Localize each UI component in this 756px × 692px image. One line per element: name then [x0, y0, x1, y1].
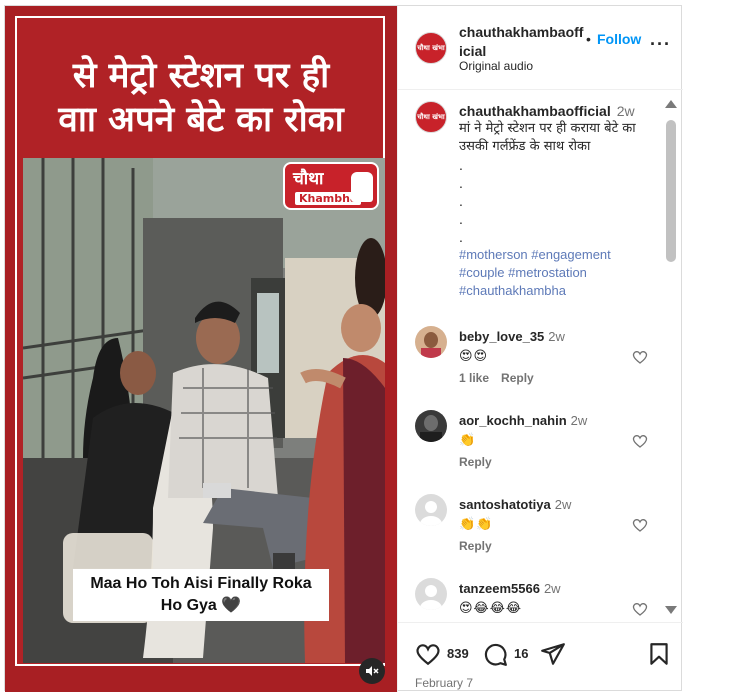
post-header: चौथा खंभा chauthakhambaofficial • Follow…: [398, 6, 683, 90]
default-avatar-icon: [415, 578, 447, 610]
caption-time: 2w: [616, 103, 635, 119]
comments-count[interactable]: 16: [514, 646, 528, 661]
comment-time: 2w: [554, 497, 572, 512]
instagram-post-modal: से मेट्रो स्टेशन पर ही वाा अपने बेटे का …: [4, 5, 683, 692]
mute-toggle-button[interactable]: [359, 658, 385, 684]
caption-text: मां ने मेट्रो स्टेशन पर ही कराया बेटे का…: [459, 121, 636, 154]
avatar-photo: [415, 326, 447, 358]
likes-count[interactable]: 839: [447, 646, 469, 661]
caption-username[interactable]: chauthakhambaofficial: [459, 103, 611, 119]
reply-button[interactable]: Reply: [459, 539, 492, 553]
hashtag-link[interactable]: #chauthakhambha: [459, 283, 566, 298]
more-options-icon[interactable]: ···: [650, 34, 671, 55]
hashtag-link[interactable]: #motherson #engagement: [459, 247, 611, 262]
commenter-avatar[interactable]: [415, 578, 447, 610]
like-comment-heart-icon[interactable]: [631, 600, 649, 618]
post-actions-bar: 839 16 February 7: [398, 622, 683, 692]
commenter-username[interactable]: aor_kochh_nahin: [459, 413, 567, 428]
default-avatar-icon: [415, 494, 447, 526]
like-comment-heart-icon[interactable]: [631, 348, 649, 366]
muted-speaker-icon: [366, 666, 379, 676]
caption-dot-line: .: [459, 193, 463, 209]
video-caption-line-2: Ho Gya 🖤: [160, 597, 242, 614]
scroll-up-arrow-icon[interactable]: [665, 100, 677, 108]
follow-button[interactable]: Follow: [597, 31, 641, 47]
post-caption: chauthakhambaofficial 2w मां ने मेट्रो स्…: [459, 102, 649, 300]
commenter-avatar[interactable]: [415, 326, 447, 358]
separator-dot: •: [586, 31, 591, 47]
comment-likes-count[interactable]: 1 like: [459, 371, 489, 385]
scroll-down-arrow-icon[interactable]: [665, 606, 677, 614]
caption-dot-line: .: [459, 157, 463, 173]
video-headline: से मेट्रो स्टेशन पर ही वाा अपने बेटे का …: [5, 54, 397, 142]
video-caption: Maa Ho Toh Aisi Finally Roka Ho Gya 🖤: [73, 569, 329, 621]
commenter-avatar[interactable]: [415, 494, 447, 526]
comment-text: 👏👏: [459, 516, 494, 531]
video-caption-line-1: Maa Ho Toh Aisi Finally Roka: [90, 575, 312, 592]
caption-hashtags: #motherson #engagement #couple #metrosta…: [459, 246, 649, 300]
caption-author-avatar[interactable]: चौथा खंभा: [415, 101, 447, 133]
caption-avatar-text: चौथा खंभा: [417, 113, 445, 121]
comment-item: aor_kochh_nahin 2w 👏 Reply: [398, 410, 683, 490]
audio-label[interactable]: Original audio: [459, 59, 533, 73]
brand-logo-line-1: चौथा: [293, 169, 324, 189]
comment-time: 2w: [570, 413, 588, 428]
comment-bubble-icon[interactable]: [482, 641, 508, 667]
post-date[interactable]: February 7: [415, 676, 473, 690]
caption-dots: . . . . .: [459, 156, 649, 246]
like-heart-icon[interactable]: [415, 641, 441, 667]
comment-time: 2w: [548, 329, 565, 344]
post-media[interactable]: से मेट्रो स्टेशन पर ही वाा अपने बेटे का …: [5, 6, 397, 692]
scrollbar-thumb[interactable]: [666, 120, 676, 262]
like-comment-heart-icon[interactable]: [631, 516, 649, 534]
headline-line-2: वाा अपने बेटे का रोका: [58, 100, 344, 140]
caption-dot-line: .: [459, 211, 463, 227]
commenter-username[interactable]: santoshatotiya: [459, 497, 551, 512]
comment-item: beby_love_35 2w 😍😍 1 like Reply: [398, 326, 683, 406]
commenter-username[interactable]: beby_love_35: [459, 329, 544, 344]
caption-dot-line: .: [459, 229, 463, 245]
commenter-avatar[interactable]: [415, 410, 447, 442]
comment-text: 😍😍: [459, 348, 489, 363]
comment-time: 2w: [543, 581, 561, 596]
author-avatar-text: चौथा खंभा: [417, 44, 445, 52]
reply-button[interactable]: Reply: [459, 455, 492, 469]
comment-item: santoshatotiya 2w 👏👏 Reply: [398, 494, 683, 574]
caption-dot-line: .: [459, 175, 463, 191]
share-paper-plane-icon[interactable]: [540, 641, 566, 667]
reply-button[interactable]: Reply: [501, 371, 534, 385]
chautha-khambha-logo: चौथा Khambha: [283, 162, 379, 210]
comment-text: 😍😂😂😂: [459, 600, 523, 615]
headline-line-1: से मेट्रो स्टेशन पर ही: [72, 56, 330, 96]
avatar-photo: [415, 410, 447, 442]
author-avatar[interactable]: चौथा खंभा: [415, 32, 447, 64]
comments-list[interactable]: चौथा खंभा chauthakhambaofficial 2w मां ने…: [398, 91, 683, 621]
comment-item: tanzeem5566 2w 😍😂😂😂: [398, 578, 683, 621]
hashtag-link[interactable]: #couple #metrostation: [459, 265, 587, 280]
comment-text: 👏: [459, 432, 477, 447]
author-username[interactable]: chauthakhambaofficial: [459, 23, 585, 61]
post-side-panel: चौथा खंभा chauthakhambaofficial • Follow…: [397, 6, 683, 692]
comments-scrollbar[interactable]: [665, 96, 677, 626]
like-comment-heart-icon[interactable]: [631, 432, 649, 450]
commenter-username[interactable]: tanzeem5566: [459, 581, 540, 596]
save-bookmark-icon[interactable]: [646, 641, 672, 667]
raised-fist-icon: [351, 172, 373, 202]
